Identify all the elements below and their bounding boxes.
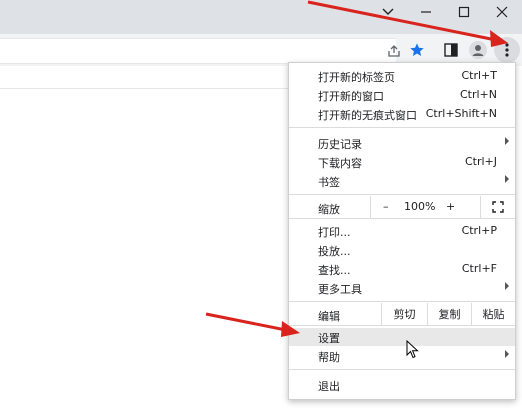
menu-separator <box>289 325 515 326</box>
menu-item-history[interactable]: 历史记录 <box>289 134 515 152</box>
menu-item-label: 帮助 <box>318 351 340 364</box>
menu-item-label: 历史记录 <box>318 138 362 151</box>
menu-item-label: 设置 <box>318 332 340 345</box>
menu-item-shortcut: Ctrl+J <box>464 155 497 168</box>
cut-button[interactable]: 剪切 <box>381 303 427 325</box>
menu-item-label: 书签 <box>318 176 340 189</box>
fullscreen-icon <box>492 201 504 213</box>
menu-item-new-window[interactable]: 打开新的窗口 Ctrl+N <box>289 86 515 104</box>
zoom-out-button[interactable]: – <box>383 200 389 213</box>
menu-item-shortcut: Ctrl+T <box>461 69 497 82</box>
copy-label: 复制 <box>438 308 461 321</box>
paste-button[interactable]: 粘贴 <box>471 303 515 325</box>
annotation-arrow-settings-icon <box>205 312 300 337</box>
menu-item-print[interactable]: 打印... Ctrl+P <box>289 222 515 240</box>
menu-item-find[interactable]: 查找... Ctrl+F <box>289 260 515 278</box>
cut-label: 剪切 <box>393 308 416 321</box>
menu-item-exit[interactable]: 退出 <box>289 376 515 394</box>
submenu-arrow-icon <box>505 350 509 358</box>
submenu-arrow-icon <box>505 175 509 183</box>
menu-item-shortcut: Ctrl+P <box>461 224 497 237</box>
menu-item-new-tab[interactable]: 打开新的标签页 Ctrl+T <box>289 67 515 85</box>
submenu-arrow-icon <box>505 137 509 145</box>
menu-item-label: 更多工具 <box>318 283 362 296</box>
menu-item-shortcut: Ctrl+N <box>459 88 497 101</box>
menu-item-label: 打开新的标签页 <box>318 71 395 84</box>
zoom-level: 100% <box>404 200 436 213</box>
menu-item-settings[interactable]: 设置 <box>289 328 515 346</box>
menu-item-cast[interactable]: 投放... <box>289 241 515 259</box>
edit-label: 编辑 <box>318 310 340 323</box>
menu-separator <box>289 194 515 195</box>
paste-label: 粘贴 <box>482 308 505 321</box>
menu-item-shortcut: Ctrl+F <box>461 262 497 275</box>
content-divider <box>0 88 288 89</box>
menu-item-downloads[interactable]: 下载内容 Ctrl+J <box>289 153 515 171</box>
menu-item-new-incognito[interactable]: 打开新的无痕式窗口 Ctrl+Shift+N <box>289 105 515 123</box>
submenu-arrow-icon <box>505 282 509 290</box>
menu-item-label: 打开新的窗口 <box>318 90 384 103</box>
menu-separator <box>289 301 515 302</box>
menu-item-label: 打印... <box>318 226 351 239</box>
menu-item-label: 投放... <box>318 245 351 258</box>
mouse-cursor-icon <box>406 340 419 359</box>
menu-separator <box>289 369 515 370</box>
menu-item-help[interactable]: 帮助 <box>289 347 515 365</box>
chrome-main-menu: 打开新的标签页 Ctrl+T 打开新的窗口 Ctrl+N 打开新的无痕式窗口 C… <box>288 62 516 400</box>
fullscreen-button[interactable] <box>480 196 515 218</box>
menu-item-label: 查找... <box>318 264 351 277</box>
menu-item-bookmarks[interactable]: 书签 <box>289 172 515 190</box>
zoom-label: 缩放 <box>318 203 340 216</box>
menu-item-label: 下载内容 <box>318 157 362 170</box>
menu-item-label: 打开新的无痕式窗口 <box>318 109 417 122</box>
menu-row-zoom: 缩放 – 100% + <box>289 196 515 218</box>
copy-button[interactable]: 复制 <box>427 303 471 325</box>
zoom-in-button[interactable]: + <box>446 200 455 213</box>
menu-item-shortcut: Ctrl+Shift+N <box>425 107 497 120</box>
menu-separator <box>289 127 515 128</box>
menu-row-edit: 编辑 剪切 复制 粘贴 <box>289 303 515 325</box>
zoom-controls: – 100% + <box>370 196 480 218</box>
menu-item-more-tools[interactable]: 更多工具 <box>289 279 515 297</box>
menu-item-label: 退出 <box>318 380 340 393</box>
menu-separator <box>289 218 515 219</box>
annotation-arrow-menu-icon <box>307 0 508 47</box>
